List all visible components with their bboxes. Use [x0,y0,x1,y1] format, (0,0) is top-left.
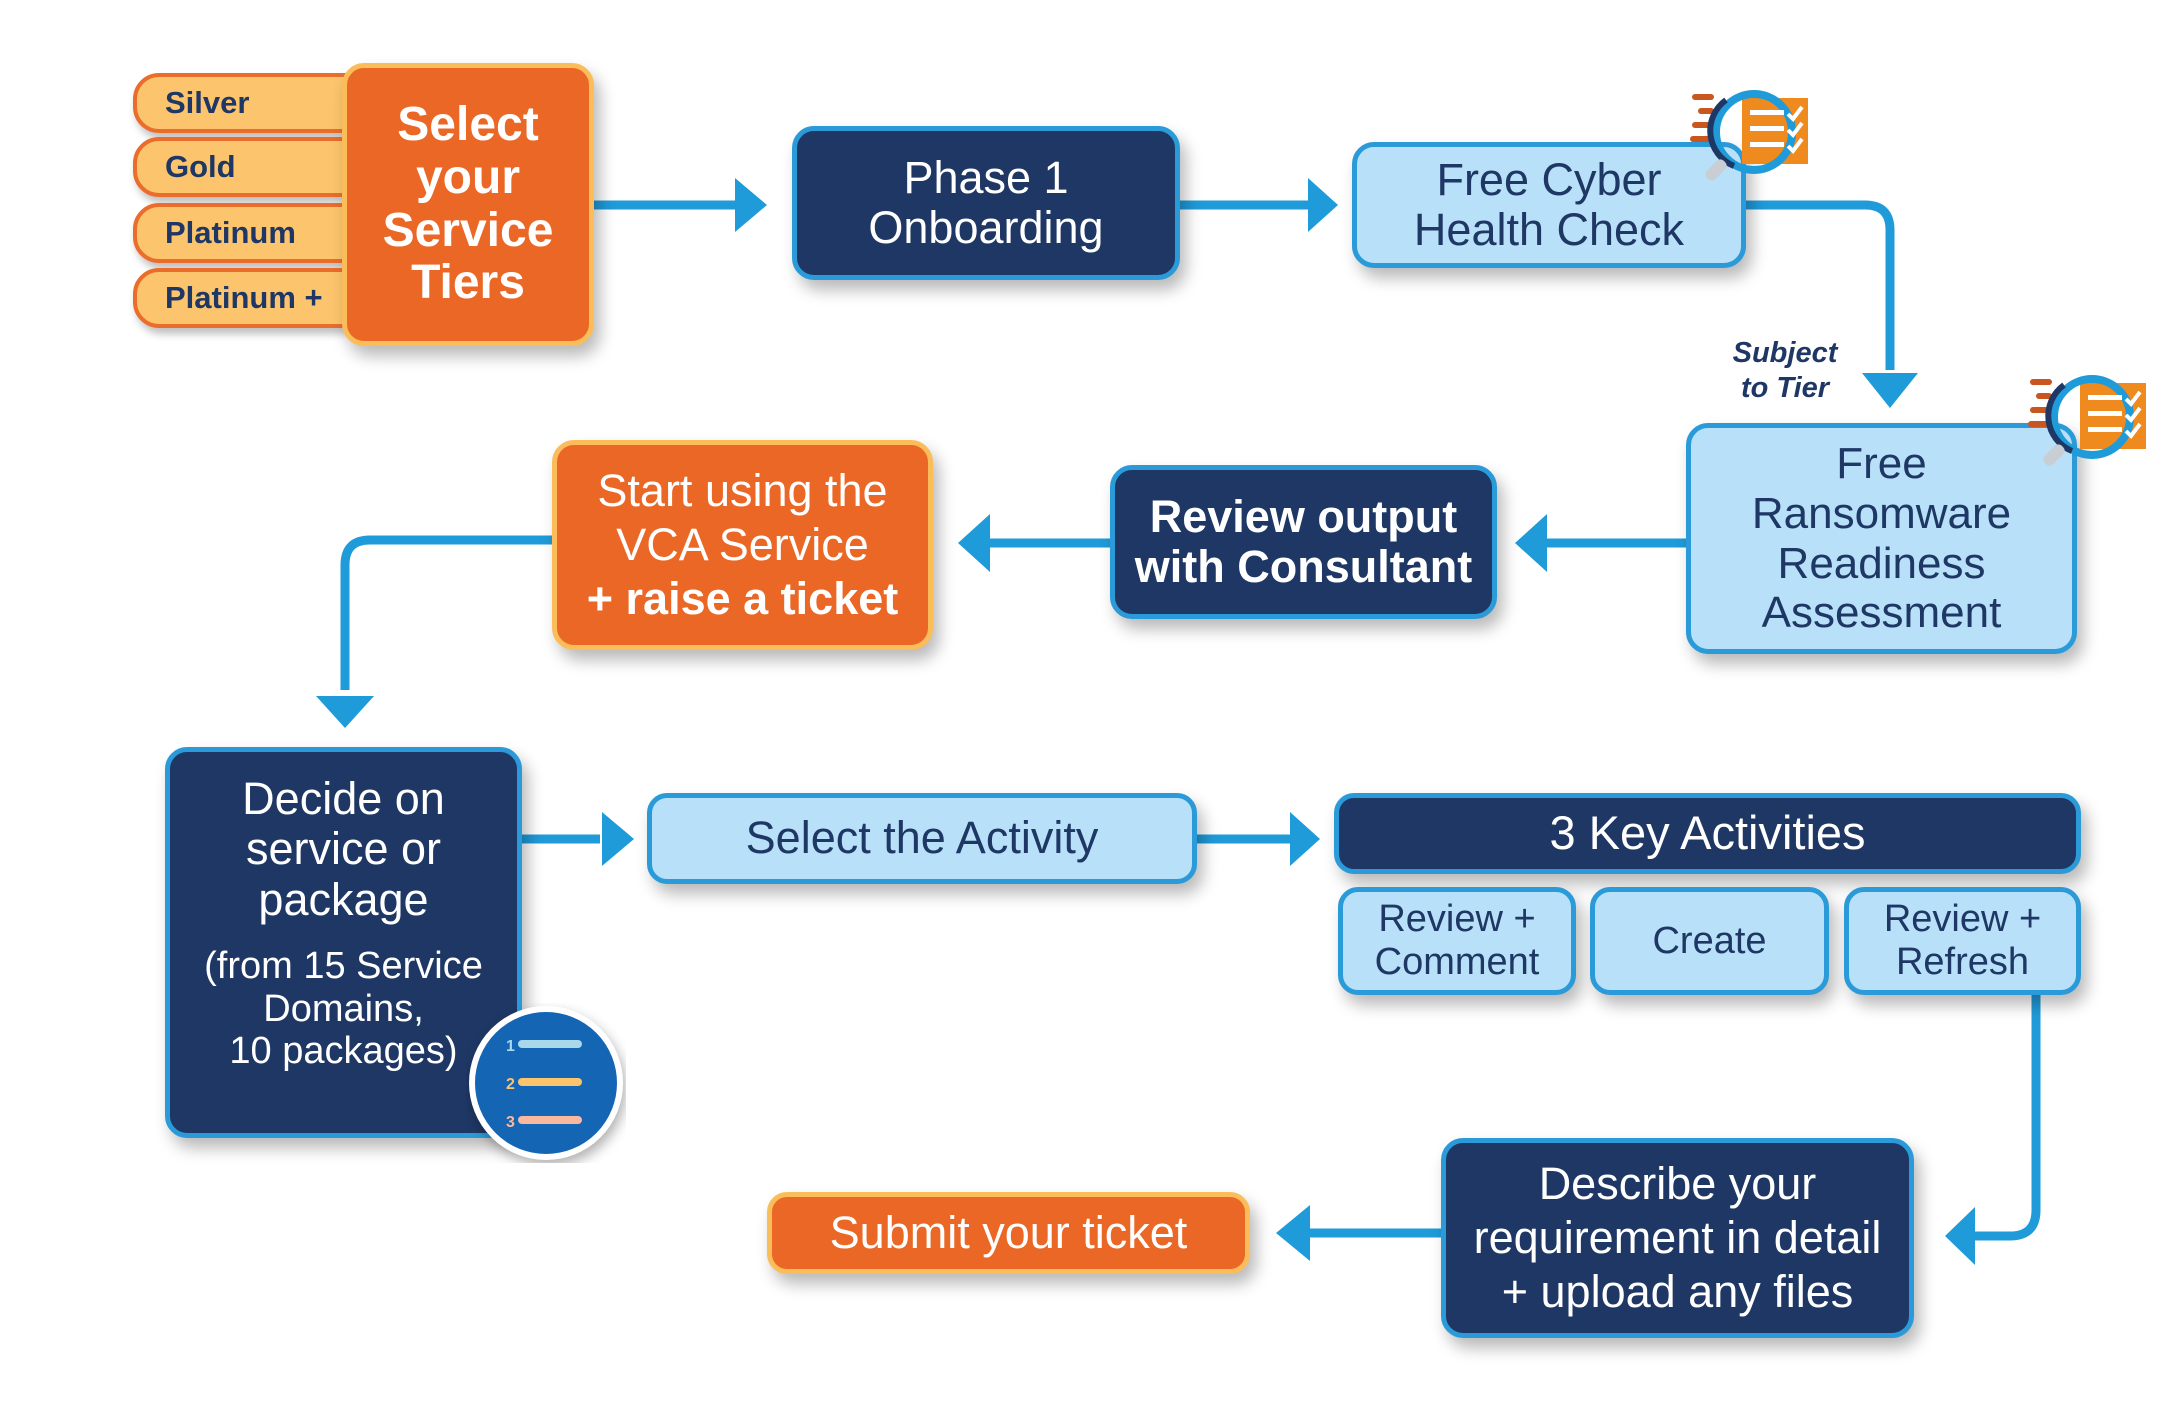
list-number: 3 [506,1114,515,1131]
box-text-line: Describe your [1538,1158,1817,1209]
arrowhead-left [958,514,990,572]
connector-key-to-describe [1975,995,2041,1241]
phase1-onboarding-box: Phase 1 Onboarding [792,126,1180,280]
tier-silver[interactable]: Silver [133,73,363,133]
connector-start-to-decide [340,535,552,690]
box-text-line: Service [382,203,554,257]
box-text-line: Create [1652,919,1767,962]
box-text-line: with Consultant [1134,541,1473,592]
box-text-line: Phase 1 [903,151,1069,203]
box-text-line: VCA Service [616,519,869,570]
arrowhead-right [602,812,634,866]
activity-review-comment[interactable]: Review + Comment [1338,887,1576,995]
box-text-line: Review output [1149,490,1458,542]
box-text-line: Assessment [1761,588,2002,638]
box-text-line: Free [1836,439,1927,489]
arrowhead-down [316,696,374,728]
list-number: 2 [506,1076,515,1093]
box-text-line: Select [397,97,539,151]
box-text-line: Domains, [263,987,424,1030]
note-line: to Tier [1740,371,1830,404]
box-text-line: package [258,873,429,925]
box-text-line: Ransomware [1751,488,2012,538]
box-text-line: Onboarding [868,202,1104,253]
select-service-tiers-box: Select your Service Tiers [342,63,594,346]
box-text-line: 10 packages) [229,1030,458,1073]
arrowhead-left [1276,1205,1310,1261]
box-text-line: Review + [1378,898,1536,941]
select-activity-box[interactable]: Select the Activity [647,793,1197,884]
describe-requirement-box: Describe your requirement in detail + up… [1441,1138,1914,1338]
box-text-line: + raise a ticket [586,573,899,624]
subject-to-tier-note: Subject to Tier [1720,336,1850,406]
arrowhead-right [1290,812,1320,866]
tier-platinum[interactable]: Platinum [133,203,363,263]
tier-label: Platinum + [165,280,323,315]
box-text-line: Health Check [1413,204,1685,255]
tier-gold[interactable]: Gold [133,137,363,197]
box-text-line: Decide on [242,773,445,824]
box-text-line: Tiers [411,256,525,310]
activity-create[interactable]: Create [1590,887,1829,995]
magnifier-checklist-icon [1690,90,1808,181]
activity-review-refresh[interactable]: Review + Refresh [1844,887,2081,995]
tier-label: Gold [165,149,236,184]
arrowhead-left [1515,514,1547,572]
numbered-list-icon: 1 2 3 [469,1006,623,1160]
arrowhead-right [1308,178,1338,232]
box-text-line: Start using the [597,465,888,516]
box-text-line: your [415,150,520,204]
box-text-line: Review + [1883,898,2042,941]
box-text-line: Select the Activity [745,812,1099,864]
box-text-line: 3 Key Activities [1549,806,1866,860]
review-output-consultant-box: Review output with Consultant [1110,465,1497,619]
list-number: 1 [506,1038,515,1055]
tier-platinum-plus[interactable]: Platinum + [133,268,363,328]
arrowhead-down [1862,373,1918,408]
free-cyber-health-check-box: Free Cyber Health Check [1352,142,1746,268]
box-text-line: requirement in detail [1473,1212,1882,1263]
key-activities-header: 3 Key Activities [1334,793,2081,874]
submit-ticket-button[interactable]: Submit your ticket [767,1192,1250,1274]
tier-label: Silver [165,85,250,120]
free-ransomware-readiness-box: Free Ransomware Readiness Assessment [1686,423,2077,654]
box-text-line: + upload any files [1501,1266,1854,1317]
box-text-line: Free Cyber [1436,153,1662,205]
box-text-line: Submit your ticket [829,1206,1188,1258]
start-using-vca-box: Start using the VCA Service + raise a ti… [552,440,933,650]
box-text-line: Readiness [1777,538,1986,588]
note-line: Subject [1732,337,1838,369]
box-text-line: Comment [1374,941,1540,983]
arrowhead-right [735,178,767,232]
box-text-line: service or [245,823,442,875]
magnifier-checklist-icon [2028,375,2146,466]
box-text-line: Refresh [1895,941,2030,983]
box-text-line: (from 15 Service [204,945,483,988]
arrowhead-left [1945,1207,1975,1265]
tier-label: Platinum [165,215,296,250]
